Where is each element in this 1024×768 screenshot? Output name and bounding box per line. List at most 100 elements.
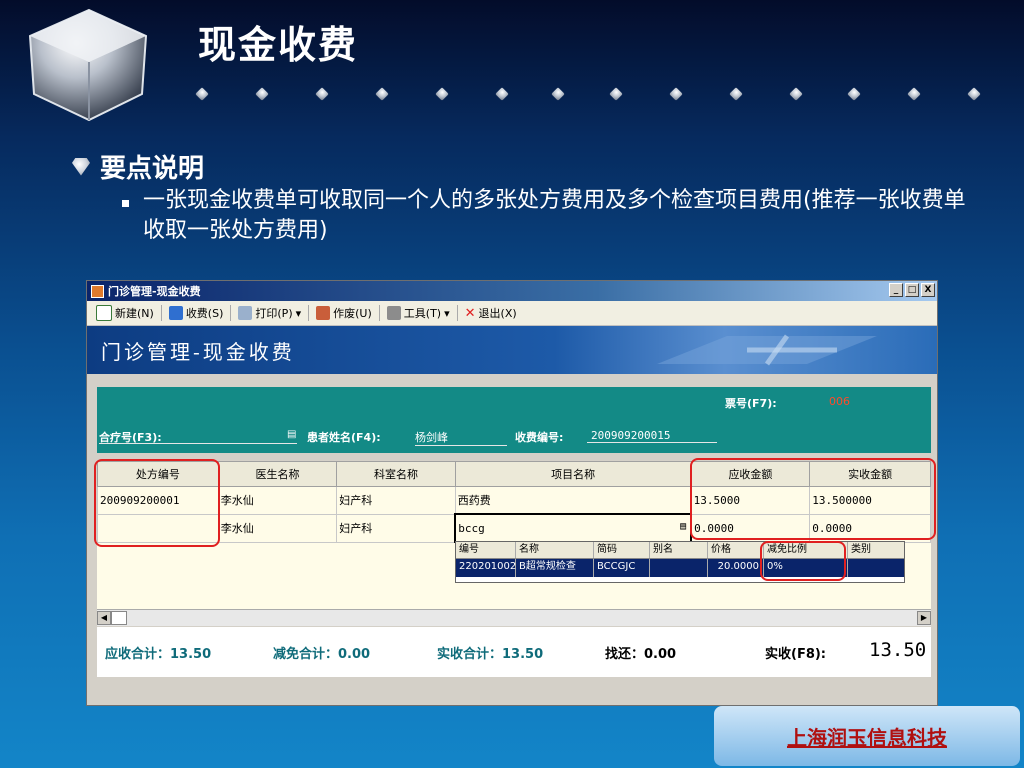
toolbar-separator <box>230 305 232 321</box>
toolbar-separator <box>378 305 380 321</box>
exit-label: 退出(X) <box>478 307 517 320</box>
toolbar-separator <box>308 305 310 321</box>
popup-cell[interactable] <box>848 559 904 577</box>
new-doc-icon <box>96 305 112 321</box>
totals-bar: 应收合计：13.50 减免合计：0.00 实收合计：13.50 找还：0.00 … <box>97 627 931 677</box>
app-icon <box>91 284 104 298</box>
annotation-box <box>760 541 846 581</box>
scroll-thumb[interactable] <box>111 611 127 625</box>
gem-bullet-icon <box>72 157 90 176</box>
popup-cell[interactable]: B超常规检查 <box>516 559 594 577</box>
receivable-total: 应收合计：13.50 <box>105 647 212 662</box>
lookup-icon[interactable]: ▤ <box>680 521 686 532</box>
print-button[interactable]: 打印(P) ▾ <box>233 305 306 321</box>
scroll-right-icon[interactable]: ▶ <box>917 611 931 625</box>
save-icon <box>168 306 183 320</box>
item-name-editor[interactable]: bccg ▤ <box>454 513 693 543</box>
point-heading: 要点说明 <box>100 154 205 184</box>
toolbar-separator <box>160 305 162 321</box>
window-controls: _ □ X <box>889 283 935 297</box>
paid-label: 实收(F8): <box>765 647 827 662</box>
point-heading-row: 要点说明 <box>72 148 204 185</box>
actual-total: 实收合计：13.50 <box>437 647 544 662</box>
void-button[interactable]: 作废(U) <box>311 305 377 321</box>
print-label: 打印(P) <box>255 307 293 320</box>
exit-x-icon: ✕ <box>464 305 476 321</box>
gem-icon <box>195 87 209 101</box>
ticket-label: 票号(F7): <box>725 397 777 410</box>
gem-icon <box>255 87 269 101</box>
table-cell[interactable]: 西药费 <box>454 486 692 515</box>
minimize-button[interactable]: _ <box>889 283 903 297</box>
gem-icon <box>789 87 803 101</box>
toolbar: 新建(N) 收费(S) 打印(P) ▾ 作废(U) 工具(T) ▾ ✕ 退出(X… <box>87 301 937 326</box>
void-label: 作废(U) <box>333 307 372 320</box>
exit-button[interactable]: ✕ 退出(X) <box>460 305 522 321</box>
popup-column-header[interactable]: 别名 <box>650 542 708 558</box>
patient-field[interactable]: 杨剑峰 <box>415 429 507 446</box>
popup-cell[interactable]: 20.0000 <box>708 559 764 577</box>
close-button[interactable]: X <box>921 283 935 297</box>
new-button[interactable]: 新建(N) <box>91 305 159 321</box>
popup-cell[interactable]: 220201002 <box>456 559 516 577</box>
new-label: 新建(N) <box>115 307 154 320</box>
logo-cube-icon <box>28 8 148 122</box>
module-banner: 门诊管理-现金收费 <box>87 326 937 374</box>
scroll-left-icon[interactable]: ◀ <box>97 611 111 625</box>
printer-icon <box>238 306 253 320</box>
charge-no-value: 200909200015 <box>587 429 717 443</box>
charge-info-panel: 票号(F7): 006 合疗号(F3): ▤ 患者姓名(F4): 杨剑峰 收费编… <box>97 387 931 453</box>
company-badge: 上海润玉信息科技 <box>714 706 1020 766</box>
annotation-box <box>690 458 936 540</box>
banner-title: 门诊管理-现金收费 <box>101 339 295 364</box>
window-titlebar[interactable]: 门诊管理-现金收费 _ □ X <box>87 281 937 301</box>
popup-column-header[interactable]: 简码 <box>594 542 650 558</box>
coop-field[interactable]: ▤ <box>99 429 297 444</box>
column-header[interactable]: 项目名称 <box>454 461 692 487</box>
company-name: 上海润玉信息科技 <box>787 725 947 750</box>
coop-field-underline <box>99 429 297 444</box>
gem-icon <box>907 87 921 101</box>
point-text: 一张现金收费单可收取同一个人的多张处方费用及多个检查项目费用(推荐一张收费单收取… <box>143 188 966 243</box>
square-bullet-icon <box>122 200 129 207</box>
horizontal-scrollbar[interactable]: ◀ ▶ <box>97 609 931 626</box>
charge-no-field[interactable]: 200909200015 <box>587 429 717 443</box>
lookup-icon[interactable]: ▤ <box>287 429 296 440</box>
ticket-value[interactable]: 006 <box>829 395 850 408</box>
patient-value: 杨剑峰 <box>415 429 507 446</box>
item-name-input[interactable]: bccg <box>458 522 485 535</box>
dropdown-arrow-icon[interactable]: ▾ <box>444 307 450 320</box>
popup-cell[interactable] <box>650 559 708 577</box>
table-cell[interactable]: 妇产科 <box>336 486 456 515</box>
popup-column-header[interactable]: 名称 <box>516 542 594 558</box>
charge-label: 收费(S) <box>185 307 224 320</box>
column-header[interactable]: 医生名称 <box>217 461 338 487</box>
popup-column-header[interactable]: 编号 <box>456 542 516 558</box>
point-text-row: 一张现金收费单可收取同一个人的多张处方费用及多个检查项目费用(推荐一张收费单收取… <box>122 186 982 246</box>
patient-label: 患者姓名(F4): <box>307 431 381 444</box>
gem-icon <box>669 87 683 101</box>
table-cell[interactable]: 妇产科 <box>336 513 456 543</box>
decorative-dot-row <box>195 87 996 104</box>
maximize-button[interactable]: □ <box>905 283 919 297</box>
column-header[interactable]: 科室名称 <box>336 461 456 487</box>
popup-column-header[interactable]: 价格 <box>708 542 764 558</box>
gem-icon <box>551 87 565 101</box>
gem-icon <box>847 87 861 101</box>
tools-button[interactable]: 工具(T) ▾ <box>382 305 455 321</box>
dropdown-arrow-icon[interactable]: ▾ <box>296 307 302 320</box>
popup-cell[interactable]: BCCGJC <box>594 559 650 577</box>
gem-icon <box>609 87 623 101</box>
banner-logo-icon <box>657 334 877 366</box>
gem-icon <box>495 87 509 101</box>
window-title: 门诊管理-现金收费 <box>108 285 201 298</box>
table-cell[interactable]: 李水仙 <box>217 486 338 515</box>
popup-column-header[interactable]: 类别 <box>848 542 904 558</box>
gem-icon <box>729 87 743 101</box>
charge-button[interactable]: 收费(S) <box>164 305 229 321</box>
paid-input[interactable]: 13.50 <box>869 639 926 661</box>
toolbar-separator <box>456 305 458 321</box>
table-cell[interactable]: 李水仙 <box>217 513 338 543</box>
change-amount: 找还：0.00 <box>605 647 677 662</box>
tools-label: 工具(T) <box>403 307 442 320</box>
